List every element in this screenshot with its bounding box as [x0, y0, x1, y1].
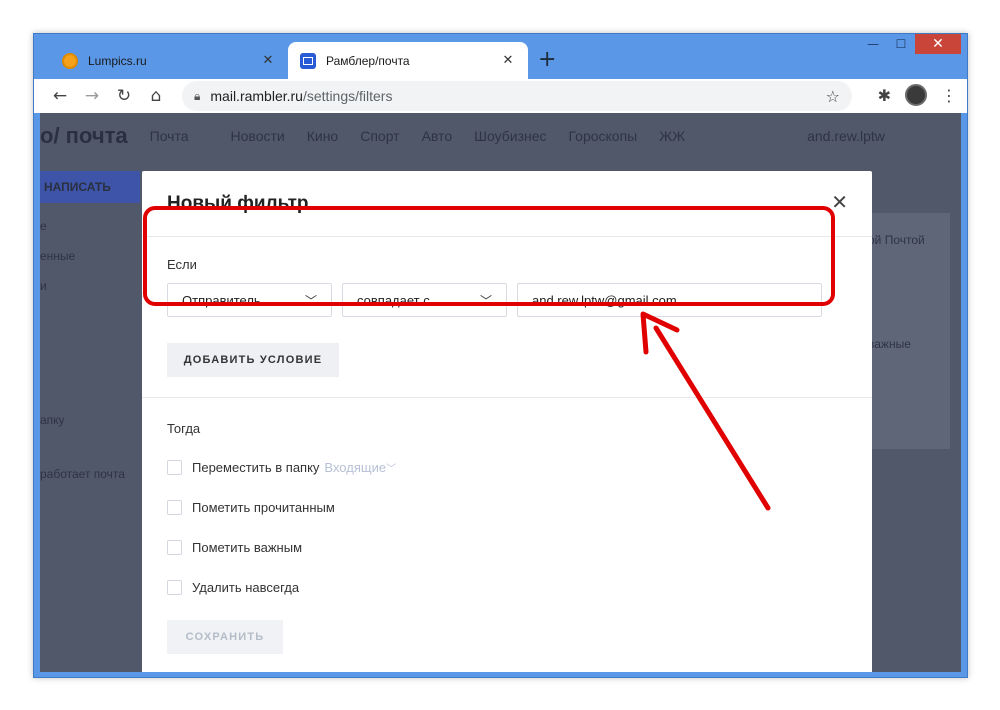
action-label: Переместить в папку — [192, 460, 320, 475]
window-close-button[interactable]: ✕ — [915, 34, 961, 54]
window-controls: — ☐ ✕ — [859, 34, 961, 56]
divider — [142, 397, 872, 398]
checkbox[interactable] — [167, 460, 182, 475]
background-sidebar-item: апку — [40, 413, 65, 427]
action-mark-important[interactable]: Пометить важным — [167, 540, 302, 555]
background-card-text: важные — [868, 337, 911, 351]
extensions-puzzle-icon[interactable]: ✱ — [878, 86, 891, 105]
reload-icon[interactable]: ↻ — [108, 86, 140, 106]
checkbox[interactable] — [167, 540, 182, 555]
back-arrow-icon[interactable]: ← — [44, 86, 76, 106]
tab-title: Lumpics.ru — [88, 53, 147, 68]
condition-operator-value: совпадает с — [357, 292, 430, 308]
browser-toolbar: ← → ↻ ⌂ 🔒︎ mail.rambler.ru/settings/filt… — [34, 79, 967, 113]
close-icon[interactable]: ✕ — [260, 53, 276, 68]
background-card-text: ой Почтой — [868, 233, 925, 247]
save-button[interactable]: СОХРАНИТЬ — [167, 620, 283, 654]
forward-arrow-icon[interactable]: → — [76, 86, 108, 106]
menu-dots-icon[interactable]: ⋮ — [941, 86, 957, 105]
page-content: o/ почта Почта Новости Кино Спорт Авто Ш… — [40, 113, 961, 672]
toolbar-right: ✱ ⋮ — [878, 84, 957, 106]
condition-value-input[interactable] — [517, 283, 822, 317]
action-mark-read[interactable]: Пометить прочитанным — [167, 500, 335, 515]
background-sidebar-item: работает почта — [40, 467, 125, 481]
checkbox[interactable] — [167, 500, 182, 515]
background-nav-item: Шоубизнес — [474, 128, 547, 144]
background-nav-item: Кино — [306, 128, 339, 144]
tab-title: Рамблер/почта — [326, 53, 410, 68]
background-sidebar-item: е — [40, 219, 47, 233]
background-nav-item: Авто — [421, 128, 453, 144]
action-move-to-folder[interactable]: Переместить в папку Входящие﹀ — [167, 460, 396, 475]
new-tab-plus-icon[interactable]: + — [538, 49, 556, 71]
background-card: ой Почтой важные — [868, 213, 950, 449]
action-label: Пометить важным — [192, 540, 303, 555]
tab-rambler-mail[interactable]: Рамблер/почта ✕ — [288, 42, 528, 79]
lumpics-orange-icon — [62, 52, 78, 69]
home-icon[interactable]: ⌂ — [140, 86, 172, 106]
condition-field-select[interactable]: Отправитель ﹀ — [167, 283, 332, 317]
action-label: Пометить прочитанным — [192, 500, 335, 515]
address-bar[interactable]: 🔒︎ mail.rambler.ru/settings/filters ☆ — [182, 81, 852, 111]
browser-window: Lumpics.ru ✕ Рамблер/почта ✕ + — ☐ ✕ ← →… — [33, 33, 968, 678]
new-filter-dialog: Новый фильтр ✕ Если Отправитель ﹀ совпад… — [142, 171, 872, 672]
profile-avatar[interactable] — [905, 84, 927, 106]
lock-icon[interactable]: 🔒︎ — [194, 89, 200, 104]
then-label: Тогда — [167, 421, 201, 436]
chevron-down-icon: ﹀ — [479, 293, 492, 308]
condition-field-value: Отправитель — [182, 292, 261, 308]
maximize-button[interactable]: ☐ — [887, 34, 915, 54]
if-label: Если — [167, 257, 197, 272]
minimize-button[interactable]: — — [859, 34, 887, 54]
mail-envelope-icon — [300, 52, 316, 69]
close-icon[interactable]: ✕ — [831, 191, 848, 213]
background-logo: o/ почта — [40, 123, 128, 148]
checkbox[interactable] — [167, 580, 182, 595]
add-condition-button[interactable]: ДОБАВИТЬ УСЛОВИЕ — [167, 343, 339, 377]
background-nav-item: Гороскопы — [568, 128, 638, 144]
background-user: and.rew.lptw — [807, 128, 885, 144]
bookmark-star-icon[interactable]: ☆ — [826, 87, 840, 106]
background-nav-item: Спорт — [360, 128, 400, 144]
condition-operator-select[interactable]: совпадает с ﹀ — [342, 283, 507, 317]
background-nav-item: ЖЖ — [659, 128, 686, 144]
close-icon[interactable]: ✕ — [500, 53, 516, 68]
action-delete-forever[interactable]: Удалить навсегда — [167, 580, 299, 595]
tab-strip: Lumpics.ru ✕ Рамблер/почта ✕ + — [34, 34, 967, 79]
folder-select[interactable]: Входящие﹀ — [324, 460, 396, 475]
tab-lumpics[interactable]: Lumpics.ru ✕ — [50, 42, 288, 79]
chevron-down-icon: ﹀ — [386, 464, 397, 475]
dialog-title: Новый фильтр — [167, 193, 309, 214]
action-label: Удалить навсегда — [192, 580, 300, 595]
background-nav: o/ почта Почта Новости Кино Спорт Авто Ш… — [40, 123, 961, 149]
url-text[interactable]: mail.rambler.ru/settings/filters — [210, 88, 825, 104]
background-nav-item: Почта — [149, 128, 189, 144]
background-sidebar-item: и — [40, 279, 47, 293]
chevron-down-icon: ﹀ — [304, 293, 317, 308]
background-write-button: НАПИСАТЬ — [40, 171, 140, 203]
divider — [142, 236, 872, 237]
background-sidebar-item: енные — [40, 249, 76, 263]
background-nav-item: Новости — [230, 128, 285, 144]
